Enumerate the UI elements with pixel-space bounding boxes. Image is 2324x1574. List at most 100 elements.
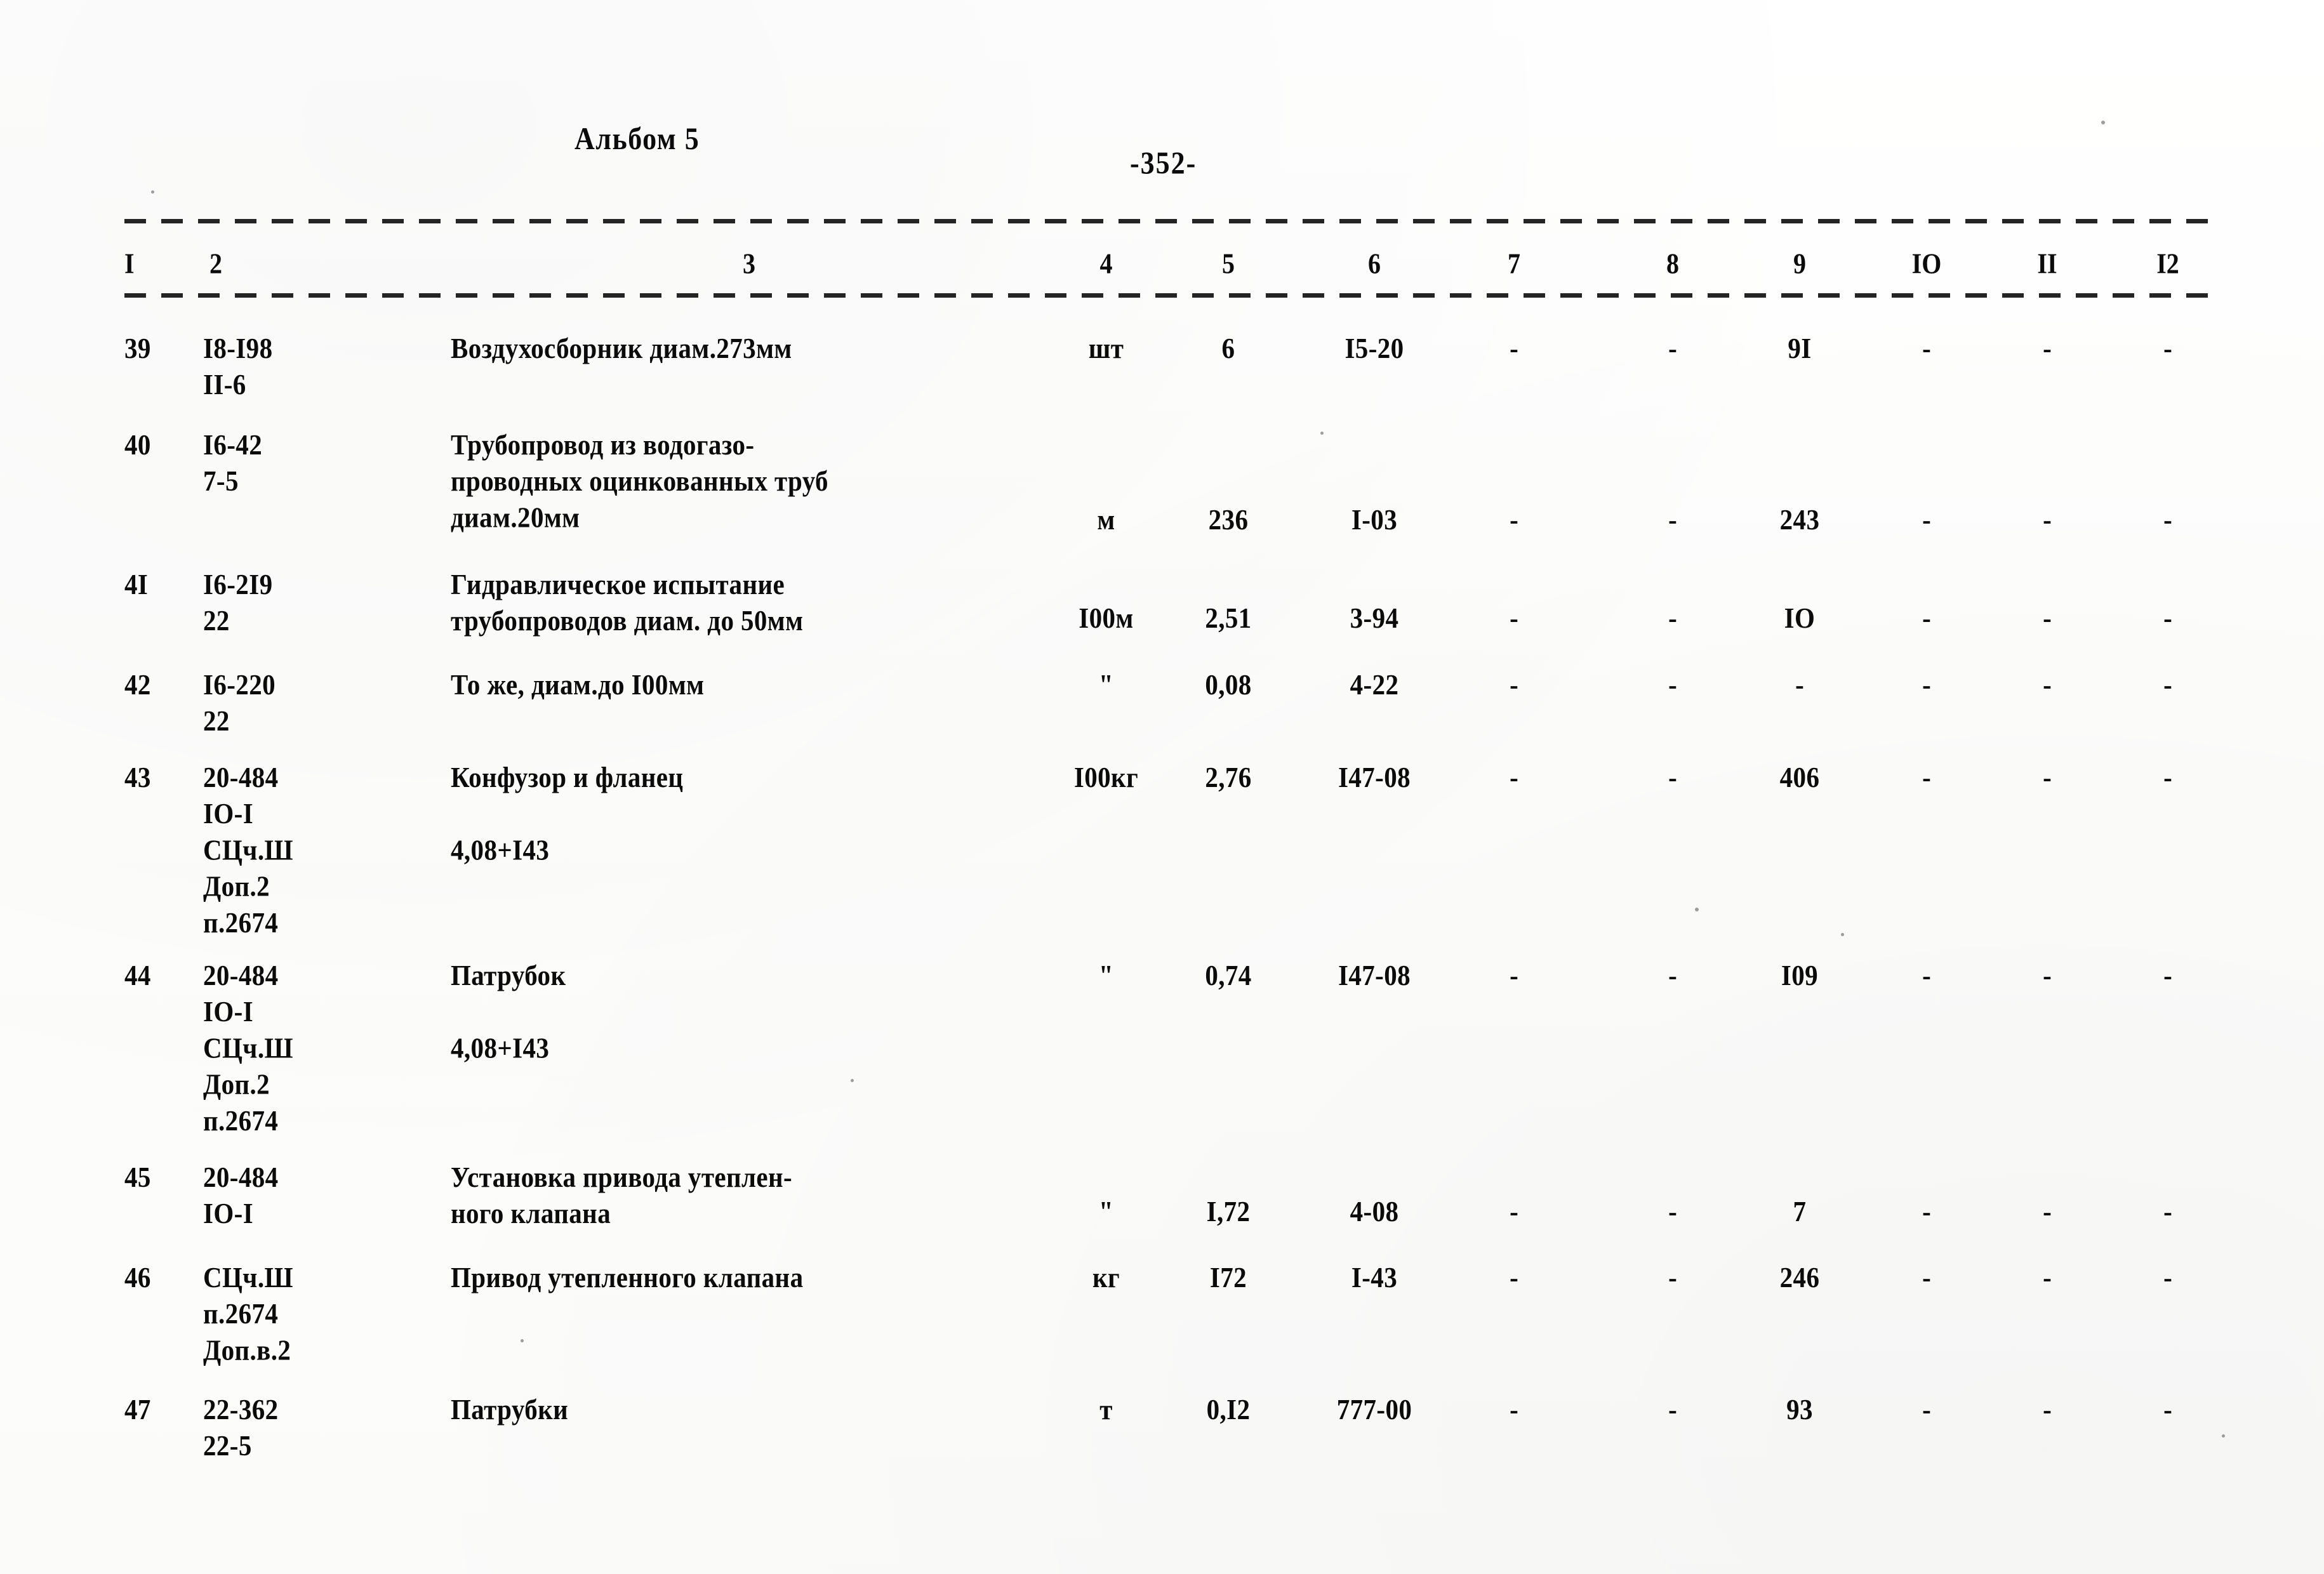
row-number: 40 xyxy=(124,428,151,461)
table-column-header-5: 5 xyxy=(1222,247,1235,280)
norm-code: I6-220 22 xyxy=(203,668,276,737)
cell-unit-price: 3-94 xyxy=(1350,602,1399,634)
cell-unit-price: 4-08 xyxy=(1350,1195,1399,1227)
cell-col7: - xyxy=(1510,668,1518,701)
cell-col12: - xyxy=(2163,1261,2172,1293)
row-number: 42 xyxy=(124,668,151,701)
cell-unit-price: 4-22 xyxy=(1350,668,1399,701)
scan-speck xyxy=(521,1339,524,1342)
norm-code: I6-2I9 22 xyxy=(203,568,273,637)
table-column-header-6: 6 xyxy=(1368,247,1381,280)
norm-code: 20-484 IO-I xyxy=(203,1161,279,1230)
cell-col12: - xyxy=(2163,503,2172,536)
cell-col8: - xyxy=(1668,602,1677,634)
page-number: -352- xyxy=(1130,145,1197,180)
cell-col10: - xyxy=(1922,332,1931,364)
cell-col8: - xyxy=(1668,1393,1677,1425)
table-column-header-7: 7 xyxy=(1508,247,1520,280)
cell-unit-price: I47-08 xyxy=(1338,959,1411,991)
table-column-header-II: II xyxy=(2037,247,2057,280)
cell-total: - xyxy=(1795,668,1804,701)
cell-col12: - xyxy=(2163,761,2172,793)
cell-col7: - xyxy=(1510,332,1518,364)
cell-total: 406 xyxy=(1779,761,1820,793)
cell-total: 246 xyxy=(1779,1261,1820,1293)
cell-quantity: 2,76 xyxy=(1205,761,1252,793)
cell-quantity: 236 xyxy=(1208,503,1249,536)
cell-unit: шт xyxy=(1088,332,1124,364)
row-number: 43 xyxy=(124,761,151,793)
cell-unit: " xyxy=(1098,1195,1114,1227)
cell-unit: т xyxy=(1099,1393,1113,1425)
cell-total: 7 xyxy=(1793,1195,1807,1227)
cell-unit-price: I5-20 xyxy=(1345,332,1404,364)
row-number: 44 xyxy=(124,959,151,991)
work-description: Гидравлическое испытание трубопроводов д… xyxy=(451,568,804,637)
document-sheet: Альбом 5 -352- I 2 3 4 5 6 7 8 9 IO II I2 39 I8-I98 … xyxy=(0,0,2324,1574)
cell-col8: - xyxy=(1668,959,1677,991)
cell-col7: - xyxy=(1510,959,1518,991)
row-number: 45 xyxy=(124,1161,151,1193)
cell-col7: - xyxy=(1510,1261,1518,1293)
table-column-header-4: 4 xyxy=(1099,247,1113,280)
cell-col8: - xyxy=(1668,1195,1677,1227)
cell-total: 93 xyxy=(1786,1393,1813,1425)
cell-col11: - xyxy=(2043,332,2052,364)
cell-col12: - xyxy=(2163,959,2172,991)
work-description: Привод утепленного клапана xyxy=(451,1261,804,1293)
cell-col12: - xyxy=(2163,1393,2172,1425)
cell-total: IO xyxy=(1784,602,1816,634)
album-label: Альбом 5 xyxy=(574,121,700,156)
cell-col12: - xyxy=(2163,602,2172,634)
table-column-header-3: 3 xyxy=(743,247,755,280)
cell-col10: - xyxy=(1922,1393,1931,1425)
scan-speck xyxy=(851,1079,854,1082)
row-number: 47 xyxy=(124,1393,151,1425)
work-description: То же, диам.до I00мм xyxy=(451,668,705,701)
work-description: Воздухосборник диам.273мм xyxy=(451,332,792,364)
cell-col11: - xyxy=(2043,503,2052,536)
work-description: Патрубки xyxy=(451,1393,569,1425)
scan-speck xyxy=(1320,432,1324,435)
cell-col11: - xyxy=(2043,668,2052,701)
cell-col10: - xyxy=(1922,602,1931,634)
cell-unit: I00кг xyxy=(1073,761,1139,793)
table-column-header-9: 9 xyxy=(1793,247,1806,280)
cell-col12: - xyxy=(2163,668,2172,701)
cell-unit-price: I-43 xyxy=(1351,1261,1398,1293)
cell-col11: - xyxy=(2043,1393,2052,1425)
cell-quantity: 0,08 xyxy=(1205,668,1252,701)
cell-col11: - xyxy=(2043,602,2052,634)
scan-speck xyxy=(2101,121,2105,124)
cell-unit-price: I47-08 xyxy=(1338,761,1411,793)
work-description: Установка привода утеплен- ного клапана xyxy=(451,1161,793,1230)
norm-code: I8-I98 II-6 xyxy=(203,332,273,401)
cell-col7: - xyxy=(1510,761,1518,793)
table-column-header-8: 8 xyxy=(1666,247,1679,280)
cell-col8: - xyxy=(1668,761,1677,793)
cell-col7: - xyxy=(1510,602,1518,634)
row-number: 39 xyxy=(124,332,151,364)
cell-col10: - xyxy=(1922,1195,1931,1227)
cell-quantity: 2,51 xyxy=(1205,602,1252,634)
norm-code: 20-484 IO-I СЦч.Ш Доп.2 п.2674 xyxy=(203,761,293,939)
row-number: 46 xyxy=(124,1261,151,1293)
cell-quantity: 0,74 xyxy=(1205,959,1252,991)
row-number: 4I xyxy=(124,568,149,600)
cell-unit: I00м xyxy=(1079,602,1134,634)
cell-unit-price: 777-00 xyxy=(1336,1393,1412,1425)
cell-col8: - xyxy=(1668,668,1677,701)
cell-col12: - xyxy=(2163,332,2172,364)
norm-code: 22-362 22-5 xyxy=(203,1393,279,1462)
scan-speck xyxy=(1841,933,1844,936)
cell-total: 9I xyxy=(1788,332,1812,364)
table-top-dashed-rule xyxy=(124,219,2219,223)
table-column-header-2: 2 xyxy=(209,247,222,280)
cell-unit: кг xyxy=(1092,1261,1120,1293)
work-description: Конфузор и фланец 4,08+I43 xyxy=(451,761,684,866)
cell-col8: - xyxy=(1668,503,1677,536)
cell-col10: - xyxy=(1922,959,1931,991)
cell-col12: - xyxy=(2163,1195,2172,1227)
cell-quantity: I,72 xyxy=(1206,1195,1251,1227)
scan-speck xyxy=(1695,908,1699,911)
